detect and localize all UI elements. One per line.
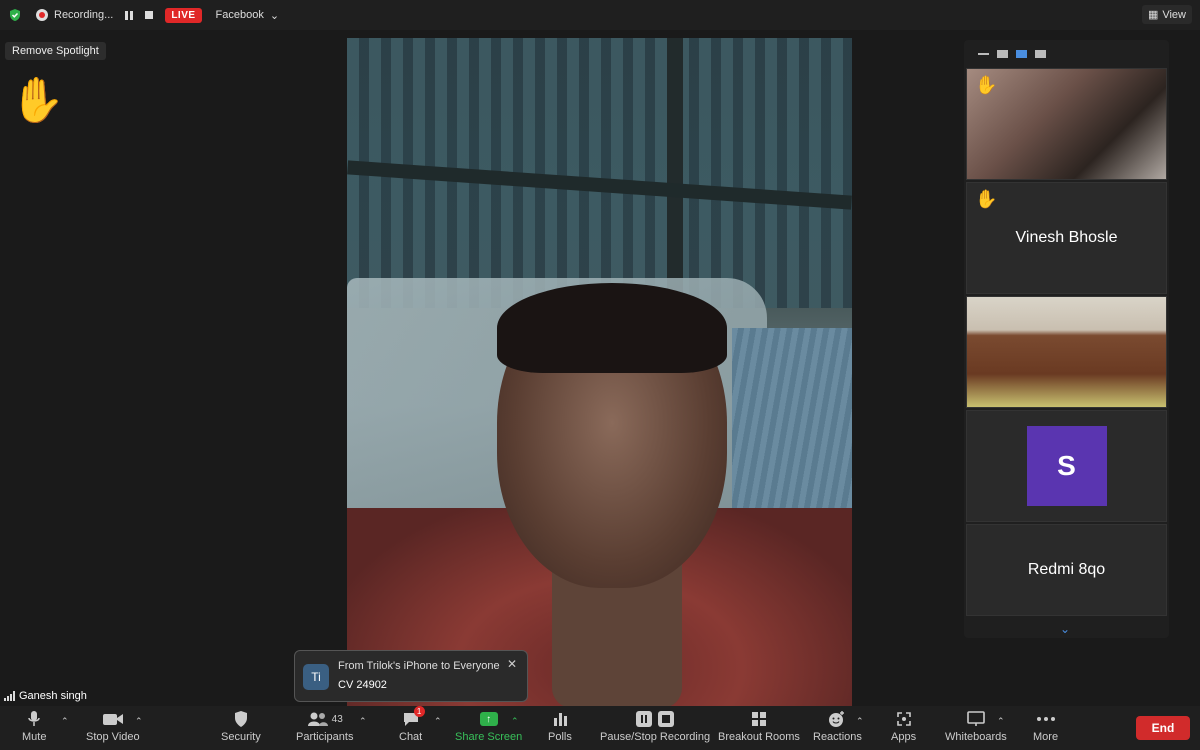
- chevron-up-icon[interactable]: ⌃: [61, 716, 69, 727]
- participants-count: 43: [331, 713, 343, 725]
- more-button[interactable]: More: [1033, 710, 1058, 743]
- smiley-plus-icon: [828, 710, 846, 728]
- chevron-up-icon[interactable]: ⌃: [359, 716, 367, 727]
- security-button[interactable]: Security: [221, 710, 261, 743]
- breakout-rooms-icon: [751, 710, 767, 728]
- microphone-icon: [27, 710, 41, 728]
- whiteboards-label: Whiteboards: [945, 731, 1007, 743]
- chat-notification[interactable]: Ti From Trilok's iPhone to Everyone CV 2…: [294, 650, 528, 702]
- pause-stop-recording-label: Pause/Stop Recording: [600, 731, 711, 743]
- raised-hand-icon: ✋: [10, 76, 65, 125]
- chevron-up-icon[interactable]: ⌃: [135, 716, 143, 727]
- participant-tile[interactable]: ✋ Vinesh Bhosle: [966, 182, 1167, 294]
- breakout-rooms-button[interactable]: Breakout Rooms: [718, 710, 800, 743]
- shield-check-icon[interactable]: [8, 8, 22, 22]
- raised-hand-icon: ✋: [975, 189, 998, 209]
- pause-stop-icon: [635, 710, 675, 728]
- grid-icon: ▦: [1147, 9, 1159, 21]
- strip-layout-icon[interactable]: [997, 50, 1008, 58]
- stop-video-label: Stop Video: [86, 731, 140, 743]
- chat-sender: From Trilok's iPhone to Everyone: [338, 660, 500, 672]
- participants-label: Participants: [296, 731, 354, 743]
- meeting-toolbar: Mute ⌃ Stop Video ⌃ Security 43 Particip…: [0, 706, 1200, 750]
- live-badge: LIVE: [165, 7, 202, 23]
- spotlight-video: [347, 38, 852, 706]
- more-label: More: [1033, 731, 1059, 743]
- pause-recording-icon[interactable]: [125, 10, 134, 20]
- participant-tile[interactable]: ✋: [966, 68, 1167, 180]
- participant-name: Vinesh Bhosle: [1015, 229, 1118, 246]
- record-icon: [36, 9, 48, 21]
- layout-switcher: [964, 40, 1169, 68]
- view-button[interactable]: ▦ View: [1141, 5, 1192, 24]
- participant-tile[interactable]: S: [966, 410, 1167, 522]
- raised-hand-icon: ✋: [975, 75, 998, 95]
- chat-badge: 1: [413, 706, 425, 717]
- chat-message: CV 24902: [338, 679, 387, 691]
- participant-tile[interactable]: [966, 296, 1167, 408]
- signal-strength-icon: [4, 691, 15, 701]
- polls-label: Polls: [548, 731, 572, 743]
- chevron-down-icon: ⌄: [269, 9, 280, 22]
- more-dots-icon: [1036, 710, 1056, 728]
- stream-target-label: Facebook: [215, 9, 264, 21]
- stop-recording-icon[interactable]: [145, 11, 154, 19]
- end-meeting-button[interactable]: End: [1136, 716, 1190, 740]
- mute-label: Mute: [22, 731, 47, 743]
- polls-button[interactable]: Polls: [548, 710, 572, 743]
- participants-button[interactable]: 43 Participants: [296, 710, 353, 743]
- speaker-name: Ganesh singh: [19, 690, 87, 702]
- chat-icon: 1: [402, 706, 425, 728]
- close-icon[interactable]: ✕: [507, 657, 517, 671]
- mute-button[interactable]: Mute: [22, 710, 46, 743]
- avatar: Ti: [303, 664, 329, 690]
- side-layout-icon[interactable]: [1016, 50, 1027, 58]
- share-screen-icon: ↑: [479, 710, 498, 728]
- gallery-sidebar: ✋ ✋ Vinesh Bhosle S Redmi 8qo ⌄: [964, 40, 1169, 638]
- recording-label: Recording...: [54, 9, 114, 21]
- chat-label: Chat: [399, 731, 423, 743]
- participants-icon: 43: [307, 710, 343, 728]
- stream-target-dropdown[interactable]: Facebook ⌄: [216, 9, 280, 22]
- apps-button[interactable]: Apps: [891, 710, 916, 743]
- speaker-name-tag: Ganesh singh: [4, 690, 87, 702]
- chevron-up-icon[interactable]: ⌃: [511, 716, 519, 727]
- stop-video-button[interactable]: Stop Video: [86, 710, 140, 743]
- avatar: S: [1026, 426, 1107, 506]
- video-camera-icon: [102, 710, 124, 728]
- share-screen-label: Share Screen: [455, 731, 523, 743]
- main-video-area: Remove Spotlight ✋ ✋ ✋ Vinesh Bhosle S R…: [0, 30, 1200, 706]
- view-label: View: [1162, 8, 1186, 21]
- top-bar: Recording... LIVE Facebook ⌄ ▦ View: [0, 0, 1200, 30]
- reactions-label: Reactions: [813, 731, 862, 743]
- chevron-up-icon[interactable]: ⌃: [997, 716, 1005, 727]
- apps-icon: [896, 710, 912, 728]
- breakout-rooms-label: Breakout Rooms: [718, 731, 800, 743]
- security-label: Security: [221, 731, 261, 743]
- reactions-button[interactable]: Reactions: [813, 710, 862, 743]
- remove-spotlight-button[interactable]: Remove Spotlight: [5, 42, 106, 60]
- participant-tile[interactable]: Redmi 8qo: [966, 524, 1167, 616]
- chevron-down-icon[interactable]: ⌄: [1060, 622, 1070, 636]
- participant-name: Redmi 8qo: [1027, 561, 1106, 578]
- minimize-layout-icon[interactable]: [978, 53, 989, 55]
- apps-label: Apps: [891, 731, 917, 743]
- chat-button[interactable]: 1 Chat: [399, 706, 425, 743]
- pause-stop-recording-button[interactable]: Pause/Stop Recording: [600, 710, 710, 743]
- shield-icon: [233, 710, 249, 728]
- gallery-layout-icon[interactable]: [1035, 50, 1046, 58]
- chevron-up-icon[interactable]: ⌃: [434, 716, 442, 727]
- recording-indicator: Recording...: [36, 9, 113, 21]
- whiteboard-icon: [967, 710, 985, 728]
- chevron-up-icon[interactable]: ⌃: [856, 716, 864, 727]
- polls-icon: [552, 710, 568, 728]
